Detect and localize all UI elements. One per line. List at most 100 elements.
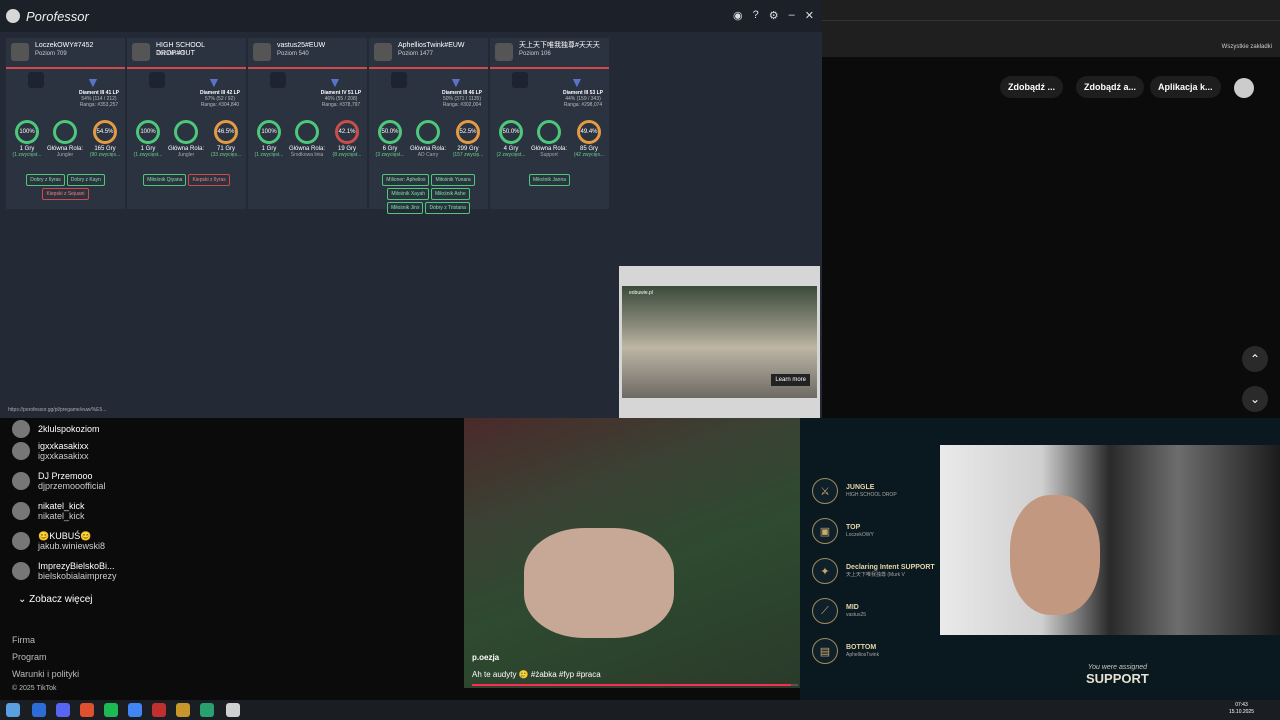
app-button[interactable]: Aplikacja k...	[1150, 76, 1221, 98]
help-icon[interactable]: ?	[753, 9, 759, 22]
see-more-link[interactable]: ⌄ Zobacz więcej	[18, 594, 93, 605]
role-icon: ⚔	[812, 478, 838, 504]
player-name[interactable]: LoczekOWY#7452	[35, 42, 121, 50]
player-card[interactable]: HIGH SCHOOL DROP#OUT Poziom 43 ▼ Diament…	[127, 38, 246, 209]
spotify-icon[interactable]	[104, 703, 118, 717]
ad-brand: eobuwie.pl	[629, 290, 653, 296]
main-role-stat: Główna Rola: AD Carry	[409, 120, 447, 158]
account-avatar	[12, 442, 30, 460]
player-tag: Milioner: Aphelios	[382, 174, 430, 186]
advertisement[interactable]: Learn more eobuwie.pl	[619, 266, 820, 418]
player-name[interactable]: AphelliosTwink#EUW	[398, 42, 484, 50]
rank-emblem-icon: ▼	[570, 74, 584, 90]
get-button-2[interactable]: Zdobądź a...	[1076, 76, 1145, 98]
settings-icon[interactable]: ⚙	[769, 9, 779, 22]
player-card[interactable]: LoczekOWY#7452 Poziom 709 ▼ Diament III …	[6, 38, 125, 209]
player-name[interactable]: vastus25#EUW	[277, 42, 363, 50]
profile-avatar[interactable]	[1234, 78, 1254, 98]
season-winrate-stat: 46.5% 71 Gry (33 zwycięs...	[207, 120, 245, 158]
account-name: 😊KUBUŚ😊	[38, 531, 92, 541]
player-level: Poziom 540	[277, 51, 309, 57]
minimize-icon[interactable]: –	[789, 9, 795, 22]
player-card[interactable]: AphelliosTwink#EUW Poziom 1477 ▼ Diament…	[369, 38, 488, 214]
followed-account[interactable]: ImprezyBielskoBi... bielskobialaimprezy	[12, 561, 117, 581]
rank-info: Diament III 42 LP 57% (52 / 92) Ranga: #…	[199, 90, 240, 108]
role-title: BOTTOM	[846, 644, 877, 651]
footer-terms[interactable]: Warunki i polityki	[12, 669, 79, 679]
player-tag: Dobry z Ilyras	[26, 174, 65, 186]
close-icon[interactable]: ✕	[805, 9, 814, 22]
account-avatar	[12, 420, 30, 438]
role-icon: ⟋	[812, 598, 838, 624]
account-handle: igxxkasakixx	[38, 451, 89, 461]
all-bookmarks[interactable]: Wszystkie zakładki	[1222, 44, 1272, 50]
rank-info: Diament IV 51 LP 46% (55 / 208) Ranga: #…	[320, 90, 362, 108]
player-tag: Miłośnik Ashe	[431, 188, 470, 200]
player-card[interactable]: 天上天下唯我独尊#天天天 Poziom 106 ▼ Diament III 53…	[490, 38, 609, 209]
followed-account[interactable]: 2klulspokoziom	[12, 420, 100, 438]
champion-winrate-stat: 50.0% 4 Gry (2 zwycięst...	[492, 120, 530, 158]
scroll-down-icon[interactable]: ⌄	[1242, 386, 1268, 412]
role-title: Declaring Intent SUPPORT	[846, 564, 935, 571]
account-avatar	[12, 562, 30, 580]
porofessor-titlebar: Porofessor ◉ ? ⚙ – ✕	[0, 0, 822, 32]
discord-taskbar-icon[interactable]	[56, 703, 70, 717]
followed-account[interactable]: DJ Przemooo djprzemooofficial	[12, 471, 105, 491]
champion-helmet-icon	[28, 72, 44, 88]
discord-icon[interactable]: ◉	[733, 9, 743, 22]
player-name[interactable]: 天上天下唯我独尊#天天天	[519, 42, 605, 50]
brave-icon[interactable]	[80, 703, 94, 717]
season-winrate-stat: 54.5% 165 Gry (90 zwycięs...	[86, 120, 124, 158]
followed-account[interactable]: nikatel_kick nikatel_kick	[12, 501, 85, 521]
get-button-1[interactable]: Zdobądź ...	[1000, 76, 1063, 98]
champion-winrate-stat: 100% 1 Gry (1 zwycięst...	[250, 120, 288, 158]
taskbar: 07:43 15.10.2025	[0, 700, 1280, 720]
clock-time: 07:43	[1235, 702, 1248, 708]
webcam-feed	[940, 445, 1280, 635]
role-title: TOP	[846, 524, 861, 531]
clock[interactable]: 07:43 15.10.2025	[1229, 702, 1254, 716]
app-title: Porofessor	[26, 8, 89, 24]
see-more-label: Zobacz więcej	[29, 594, 93, 605]
video-caption: Ah te audyty 🥲 #żabka #fyp #praca	[472, 670, 601, 679]
role-player: AphelliosTwink	[846, 652, 880, 658]
browser-toolbar: Wszystkie zakładki	[822, 0, 1280, 57]
player-card[interactable]: vastus25#EUW Poziom 540 ▼ Diament IV 51 …	[248, 38, 367, 209]
start-icon[interactable]	[6, 703, 20, 717]
ad-learn-more-button[interactable]: Learn more	[771, 374, 810, 386]
video-username[interactable]: p.oezja	[472, 653, 499, 662]
followed-account[interactable]: 😊KUBUŚ😊 jakub.winiewski8	[12, 531, 105, 551]
champion-helmet-icon	[270, 72, 286, 88]
main-role-stat: Główna Rola: Jungler	[167, 120, 205, 158]
player-tag: Miłośnik Qiyana	[143, 174, 187, 186]
porofessor-taskbar-icon[interactable]	[226, 703, 240, 717]
role-title: JUNGLE	[846, 484, 875, 491]
player-tag: Kiepski z Sejuani	[42, 188, 89, 200]
tiktok-video[interactable]: p.oezja Ah te audyty 🥲 #żabka #fyp #prac…	[464, 418, 800, 688]
player-avatar	[11, 43, 29, 61]
account-name: ImprezyBielskoBi...	[38, 561, 115, 571]
player-avatar	[132, 43, 150, 61]
league-icon[interactable]	[176, 703, 190, 717]
followed-account[interactable]: igxxkasakixx igxxkasakixx	[12, 441, 89, 461]
main-role-stat: Główna Rola: Support	[530, 120, 568, 158]
account-avatar	[12, 472, 30, 490]
footer-company[interactable]: Firma	[12, 635, 35, 645]
video-progress[interactable]	[472, 684, 798, 686]
account-name: DJ Przemooo	[38, 471, 93, 481]
rank-emblem-icon: ▼	[86, 74, 100, 90]
chrome-icon[interactable]	[128, 703, 142, 717]
app-icon-3[interactable]	[200, 703, 214, 717]
footer-copyright: © 2025 TikTok	[12, 685, 57, 692]
team-role-slot: ▣ TOP LoczekOWY	[812, 518, 874, 544]
main-role-stat: Główna Rola: Jungler	[46, 120, 84, 158]
app-icon-1[interactable]	[32, 703, 46, 717]
app-icon-2[interactable]	[152, 703, 166, 717]
video-content	[524, 528, 674, 638]
assigned-role-name: SUPPORT	[1086, 671, 1149, 686]
role-player: 天上天下唯我独尊 (Murk V	[846, 572, 905, 578]
footer-program[interactable]: Program	[12, 652, 47, 662]
scroll-up-icon[interactable]: ⌃	[1242, 346, 1268, 372]
team-role-slot: ▤ BOTTOM AphelliosTwink	[812, 638, 879, 664]
account-name: igxxkasakixx	[38, 441, 89, 451]
